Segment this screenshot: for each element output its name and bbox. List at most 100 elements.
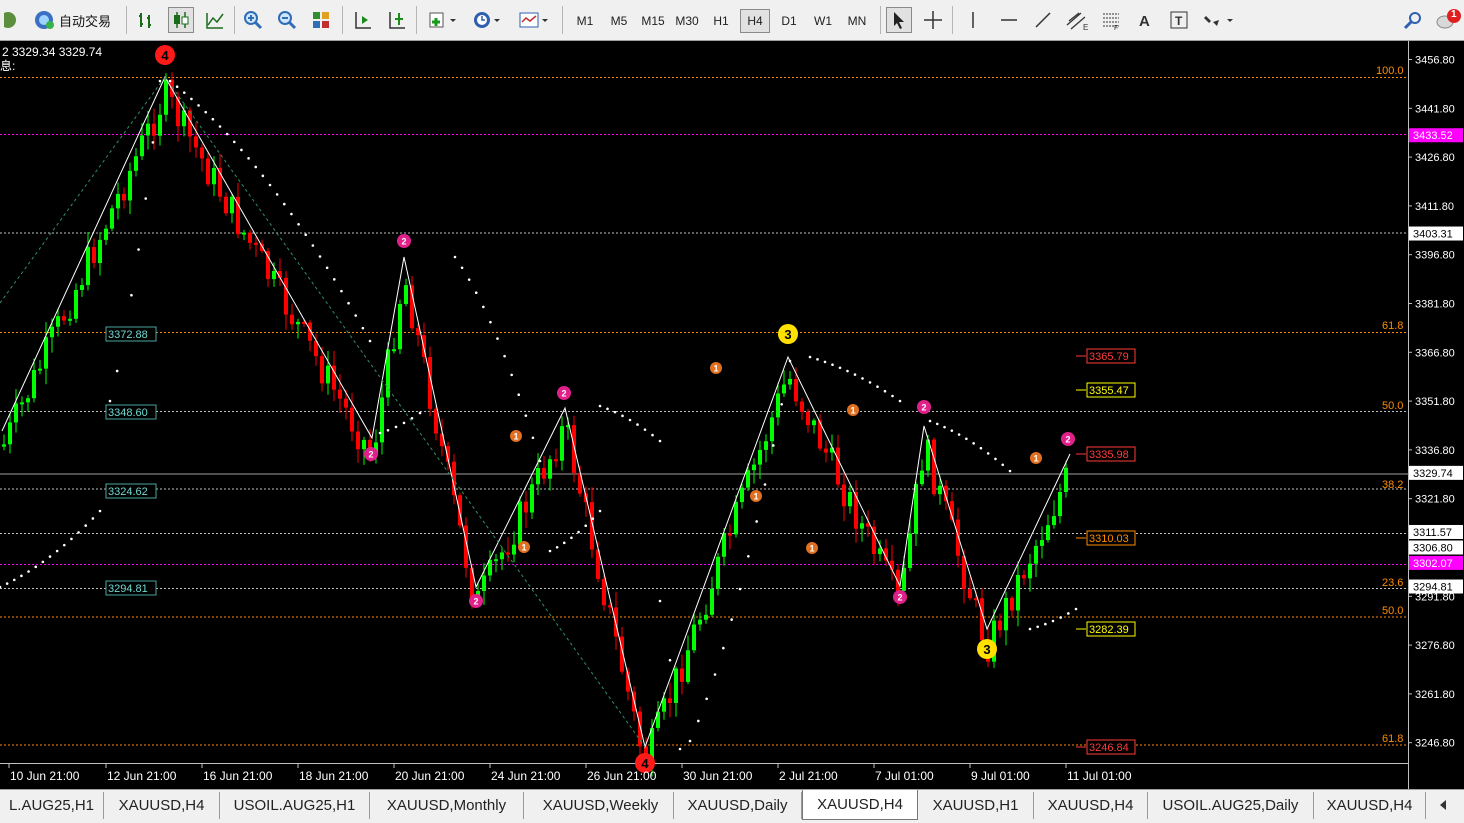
chart-tab[interactable]: XAUUSD,Monthly (370, 792, 524, 819)
fib-percent-label: 100.0 (1376, 65, 1404, 77)
elliott-wave-label: 1 (713, 364, 718, 374)
chart-tab[interactable]: XAUUSD,H1 (918, 792, 1034, 819)
bar-chart-icon (139, 13, 151, 28)
price-axis-label: 3396.80 (1415, 250, 1455, 262)
chart-tab[interactable]: XAUUSD,Daily (674, 792, 802, 819)
horizontal-line-tool-button[interactable] (996, 7, 1022, 33)
timeframe-mn[interactable]: MN (842, 9, 872, 33)
elliott-wave-label: 2 (368, 450, 373, 460)
timeframe-w1[interactable]: W1 (808, 9, 838, 33)
autotrade-button[interactable] (0, 7, 22, 33)
time-axis-label: 24 Jun 21:00 (491, 769, 561, 783)
fib-percent-label: 38.2 (1382, 479, 1403, 491)
time-axis-label: 7 Jul 01:00 (875, 769, 934, 783)
elliott-wave-label: 1 (753, 492, 758, 502)
fibonacci-tool-button[interactable]: F (1098, 7, 1124, 33)
timeframe-m30[interactable]: M30 (672, 9, 702, 33)
chart-canvas[interactable]: 42212123111 2211234 3456.803441.803426.80… (0, 41, 1464, 789)
clock-icon (474, 12, 500, 28)
timeframe-m5[interactable]: M5 (604, 9, 634, 33)
cursor-tool-button[interactable] (886, 7, 912, 33)
line-chart-button[interactable] (202, 7, 228, 33)
indicators-button[interactable] (424, 7, 462, 33)
fib-level-label: 3324.62 (108, 486, 148, 498)
search-icon (1403, 12, 1421, 30)
price-axis-label: 3321.80 (1415, 494, 1455, 506)
timeframe-m1[interactable]: M1 (570, 9, 600, 33)
fib-percent-label: 50.0 (1382, 400, 1403, 412)
equidistant-channel-icon: E (1066, 12, 1088, 31)
arrows-tool-button[interactable] (1200, 7, 1238, 33)
time-axis-label: 2 Jul 21:00 (779, 769, 838, 783)
zoom-out-button[interactable] (274, 7, 300, 33)
elliott-wave-label: 1 (809, 544, 814, 554)
tile-windows-button[interactable] (308, 7, 334, 33)
target-price-label: 3282.39 (1089, 624, 1129, 636)
autoscroll-button[interactable] (384, 7, 410, 33)
chevron-left-icon (1440, 800, 1446, 810)
text-label-tool-button[interactable]: T (1166, 7, 1192, 33)
chart-tab[interactable]: USOIL.AUG25,Daily (1148, 792, 1314, 819)
elliott-wave-label: 2 (1065, 435, 1070, 445)
chart-tab[interactable]: L.AUG25,H1 (0, 792, 104, 819)
search-button[interactable] (1400, 7, 1426, 33)
target-price-label: 3335.98 (1089, 449, 1129, 461)
price-axis-label: 3381.80 (1415, 299, 1455, 311)
text-label-icon: T (1170, 11, 1188, 29)
elliott-wave-label: 1 (521, 543, 526, 553)
price-chart[interactable]: 422121231112211234 3456.80 3441.80 3426.80… (0, 41, 1464, 789)
timeframe-h1[interactable]: H1 (706, 9, 736, 33)
target-price-label: 3365.79 (1089, 351, 1129, 363)
price-axis-label: 3261.80 (1415, 689, 1455, 701)
tabs-scroll-button[interactable] (1426, 794, 1462, 816)
chart-shift-icon (355, 12, 371, 29)
svg-text:T: T (1175, 14, 1183, 28)
bar-chart-button[interactable] (134, 7, 160, 33)
chart-shift-button[interactable] (350, 7, 376, 33)
text-tool-button[interactable]: A (1132, 7, 1158, 33)
candle-chart-button[interactable] (168, 7, 194, 33)
timeframe-d1[interactable]: D1 (774, 9, 804, 33)
time-axis-label: 16 Jun 21:00 (203, 769, 273, 783)
periods-button[interactable] (468, 7, 506, 33)
cursor-icon (894, 12, 904, 29)
trendline-tool-button[interactable] (1030, 7, 1056, 33)
price-marker-label: 3306.80 (1413, 543, 1453, 555)
time-axis-label: 20 Jun 21:00 (395, 769, 465, 783)
elliott-wave-label: 2 (921, 403, 926, 413)
timeframe-h4[interactable]: H4 (740, 9, 770, 33)
notifications-button[interactable]: 1 (1434, 7, 1464, 33)
elliott-wave-label: 2 (897, 593, 902, 603)
crosshair-icon (924, 11, 942, 29)
autotrade-label: 自动交易 (58, 13, 111, 29)
templates-button[interactable] (514, 7, 554, 33)
elliott-wave-label: 1 (1033, 454, 1038, 464)
vertical-line-tool-button[interactable] (960, 7, 986, 33)
price-marker-label: 3403.31 (1413, 229, 1453, 241)
chart-tab[interactable]: XAUUSD,H4 (802, 790, 918, 820)
notification-count: 1 (1451, 9, 1457, 20)
zoom-in-button[interactable] (240, 7, 266, 33)
autotrade-toggle[interactable]: 自动交易 (24, 7, 120, 33)
chart-tab[interactable]: USOIL.AUG25,H1 (220, 792, 370, 819)
timeframe-m15[interactable]: M15 (638, 9, 668, 33)
price-marker-label: 3433.52 (1413, 130, 1453, 142)
ohlc-readout: 2 3329.34 3329.74 (2, 45, 102, 59)
chart-tab[interactable]: XAUUSD,Weekly (528, 792, 674, 819)
chart-tab[interactable]: XAUUSD,H4 (104, 792, 220, 819)
elliott-wave-label: 3 (983, 642, 990, 657)
zoom-in-icon (244, 11, 263, 30)
time-axis-label: 26 Jun 21:00 (587, 769, 657, 783)
chart-tab[interactable]: XAUUSD,H4 (1034, 792, 1148, 819)
time-axis-label: 11 Jul 01:00 (1067, 769, 1132, 783)
price-axis-label: 3246.80 (1415, 738, 1455, 750)
elliott-wave-label: 3 (784, 327, 791, 342)
elliott-wave-label: 2 (401, 237, 406, 247)
fib-percent-label: 61.8 (1382, 320, 1403, 332)
chart-tab[interactable]: XAUUSD,H4 (1314, 792, 1426, 819)
channel-tool-button[interactable]: E (1062, 7, 1092, 33)
elliott-wave-label: 2 (561, 389, 566, 399)
crosshair-tool-button[interactable] (920, 7, 946, 33)
fib-percent-label: 23.6 (1382, 577, 1403, 589)
info-readout: 息: (0, 58, 15, 73)
